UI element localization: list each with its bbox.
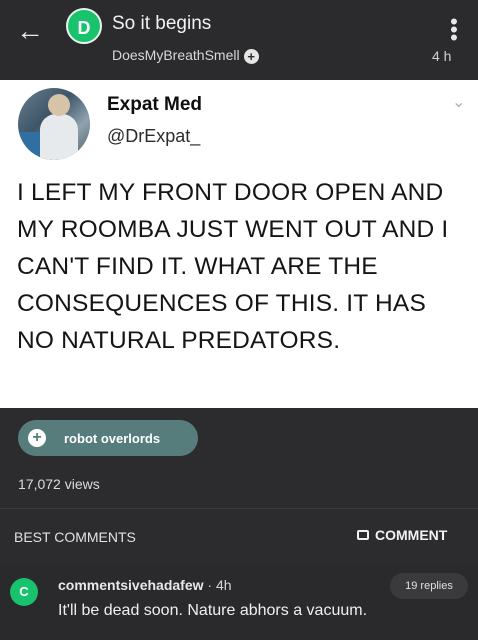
post-author-row[interactable]: DoesMyBreathSmell +: [112, 47, 259, 64]
comment-time: 4h: [215, 577, 232, 593]
tag-chip[interactable]: + robot overlords: [18, 420, 198, 456]
plus-icon: +: [28, 429, 46, 447]
tweet-author-name: Expat Med: [107, 94, 203, 115]
tweet-avatar: [18, 88, 90, 160]
comment-text: It'll be dead soon. Nature abhors a vacu…: [58, 602, 368, 619]
view-count: 17,072 views: [18, 476, 100, 492]
post-timestamp: 4 h: [432, 48, 452, 64]
commenter-avatar[interactable]: C: [10, 578, 38, 606]
more-vertical-icon[interactable]: • • •: [448, 11, 460, 49]
meta-separator: ·: [207, 577, 213, 593]
post-title: So it begins: [112, 13, 212, 34]
comment-item[interactable]: C commentsivehadafew · 4h 19 replies It'…: [0, 564, 478, 640]
comment-button[interactable]: COMMENT: [357, 527, 447, 543]
replies-button[interactable]: 19 replies: [390, 573, 468, 599]
tweet-image[interactable]: Expat Med @DrExpat_ ⌄ I LEFT MY FRONT DO…: [0, 80, 478, 408]
best-comments-label[interactable]: BEST COMMENTS: [14, 529, 136, 545]
tag-label: robot overlords: [64, 431, 161, 446]
tweet-text: I LEFT MY FRONT DOOR OPEN AND MY ROOMBA …: [17, 179, 449, 354]
comments-header: BEST COMMENTS COMMENT: [0, 508, 478, 565]
comment-meta: commentsivehadafew · 4h: [58, 577, 232, 593]
plus-icon[interactable]: +: [243, 48, 259, 64]
arrow-left-icon[interactable]: ←: [16, 16, 46, 46]
post-author-avatar[interactable]: D: [66, 8, 102, 44]
comment-button-label: COMMENT: [375, 527, 448, 543]
tweet-author-handle: @DrExpat_: [107, 126, 201, 146]
chevron-down-icon: ⌄: [452, 94, 466, 111]
commenter-username[interactable]: commentsivehadafew: [58, 577, 204, 593]
top-bar: ← D So it begins DoesMyBreathSmell + • • • …: [0, 0, 478, 80]
post-author-name[interactable]: DoesMyBreathSmell: [112, 47, 240, 63]
comment-icon: [357, 530, 369, 541]
